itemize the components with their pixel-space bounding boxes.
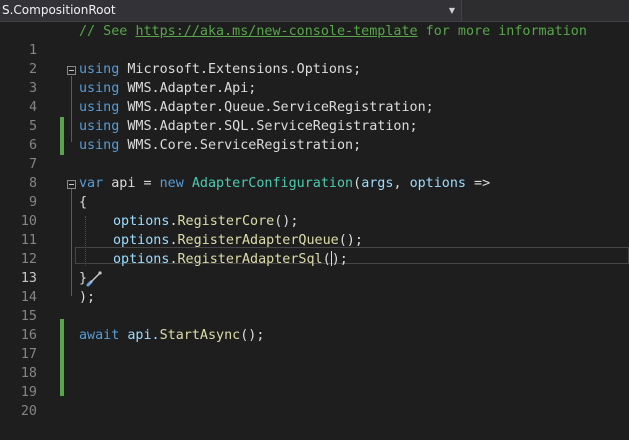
punctuation: ); xyxy=(331,252,348,267)
text-caret xyxy=(330,250,332,266)
punctuation: . xyxy=(169,233,178,248)
line-number: 20 xyxy=(20,404,37,419)
code-text: var api = new AdapterConfiguration(args,… xyxy=(79,174,490,193)
code-text: options.RegisterCore(); xyxy=(113,212,298,231)
code-line: 8 xyxy=(0,155,629,191)
code-editor[interactable]: 1 // See https://aka.ms/new-console-temp… xyxy=(0,22,629,432)
punctuation: (); xyxy=(338,233,363,248)
dropdown-arrow-icon[interactable]: ▼ xyxy=(449,0,455,21)
code-line: 5 using WMS.Adapter.Queue.ServiceRegistr… xyxy=(0,98,629,134)
method-name: RegisterAdapterQueue xyxy=(177,233,339,248)
project-label: S.CompositionRoot xyxy=(2,3,116,17)
brace: { xyxy=(79,195,88,210)
code-line: 6 using WMS.Adapter.SQL.ServiceRegistrat… xyxy=(0,117,629,153)
parameter: options xyxy=(409,176,466,191)
method-name: StartAsync xyxy=(159,328,241,343)
code-line: 16 xyxy=(0,307,629,343)
method-name: RegisterCore xyxy=(177,214,275,229)
code-line: 20 xyxy=(0,383,629,419)
code-text: using WMS.Core.ServiceRegistration; xyxy=(79,136,361,155)
punctuation: (); xyxy=(240,328,265,343)
code-line: 19 xyxy=(0,364,629,400)
keyword: using xyxy=(79,100,120,115)
comment-text: for more information xyxy=(417,24,587,39)
type-name: AdapterConfiguration xyxy=(191,176,354,191)
code-text: await api.StartAsync(); xyxy=(79,326,264,345)
keyword: var xyxy=(79,176,104,191)
parameter: options xyxy=(113,233,170,248)
namespace: Microsoft.Extensions.Options; xyxy=(119,62,362,77)
code-line: 14 } xyxy=(0,269,629,305)
code-text: ); xyxy=(79,288,95,307)
keyword: using xyxy=(79,119,120,134)
punctuation: , xyxy=(393,176,410,191)
punctuation: ); xyxy=(79,290,96,305)
namespace: WMS.Adapter.Api; xyxy=(119,81,257,96)
collapse-toggle-icon[interactable] xyxy=(67,180,76,189)
keyword: new xyxy=(159,176,184,191)
code-text: using WMS.Adapter.Queue.ServiceRegistrat… xyxy=(79,98,434,117)
code-text: using WMS.Adapter.Api; xyxy=(79,79,256,98)
code-line: 13 options.RegisterAdapterSql(); xyxy=(0,250,629,287)
variable: api. xyxy=(119,328,160,343)
parameter: options xyxy=(113,214,170,229)
code-line: 1 // See https://aka.ms/new-console-temp… xyxy=(0,22,629,58)
method-name: RegisterAdapterSql xyxy=(177,252,323,267)
project-dropdown[interactable]: S.CompositionRoot ▼ xyxy=(0,0,462,21)
punctuation: . xyxy=(169,214,178,229)
code-line: 17 await api.StartAsync(); xyxy=(0,326,629,362)
keyword: using xyxy=(79,138,120,153)
collapse-toggle-icon[interactable] xyxy=(67,66,76,75)
punctuation: ( xyxy=(322,252,331,267)
punctuation: . xyxy=(169,252,178,267)
punctuation: ( xyxy=(353,176,362,191)
code-text: options.RegisterAdapterSql(); xyxy=(113,250,348,269)
namespace: WMS.Adapter.SQL.ServiceRegistration; xyxy=(119,119,418,134)
keyword: await xyxy=(79,328,120,343)
lambda-arrow: => xyxy=(466,176,491,191)
punctuation: (); xyxy=(274,214,299,229)
parameter: options xyxy=(113,252,170,267)
code-line: 7 using WMS.Core.ServiceRegistration; xyxy=(0,136,629,172)
parameter: args xyxy=(361,176,394,191)
code-line: 2 xyxy=(0,41,629,77)
code-line: 18 xyxy=(0,345,629,381)
code-text: { xyxy=(79,193,87,212)
code-text: using Microsoft.Extensions.Options; xyxy=(79,60,361,79)
code-text: // See https://aka.ms/new-console-templa… xyxy=(79,22,587,41)
keyword: using xyxy=(79,62,120,77)
code-line: 10 { xyxy=(0,193,629,229)
namespace: WMS.Adapter.Queue.ServiceRegistration; xyxy=(119,100,434,115)
comment-text: // See xyxy=(79,24,136,39)
code-text: options.RegisterAdapterQueue(); xyxy=(113,231,363,250)
code-line: 9 var api = new AdapterConfiguration(arg… xyxy=(0,174,629,210)
code-line: 15 ); xyxy=(0,288,629,324)
code-text: } xyxy=(79,269,87,288)
navigation-bar: S.CompositionRoot ▼ xyxy=(0,0,629,22)
brace: } xyxy=(79,271,88,286)
namespace: WMS.Core.ServiceRegistration; xyxy=(119,138,362,153)
variable: api = xyxy=(103,176,160,191)
code-text: using WMS.Adapter.SQL.ServiceRegistratio… xyxy=(79,117,418,136)
code-line: 11 options.RegisterCore(); xyxy=(0,212,629,248)
keyword: using xyxy=(79,81,120,96)
comment-link[interactable]: https://aka.ms/new-console-template xyxy=(135,24,417,39)
code-line: 12 options.RegisterAdapterQueue(); xyxy=(0,231,629,267)
code-line: 4 using WMS.Adapter.Api; xyxy=(0,79,629,115)
code-line: 3 using Microsoft.Extensions.Options; xyxy=(0,60,629,96)
